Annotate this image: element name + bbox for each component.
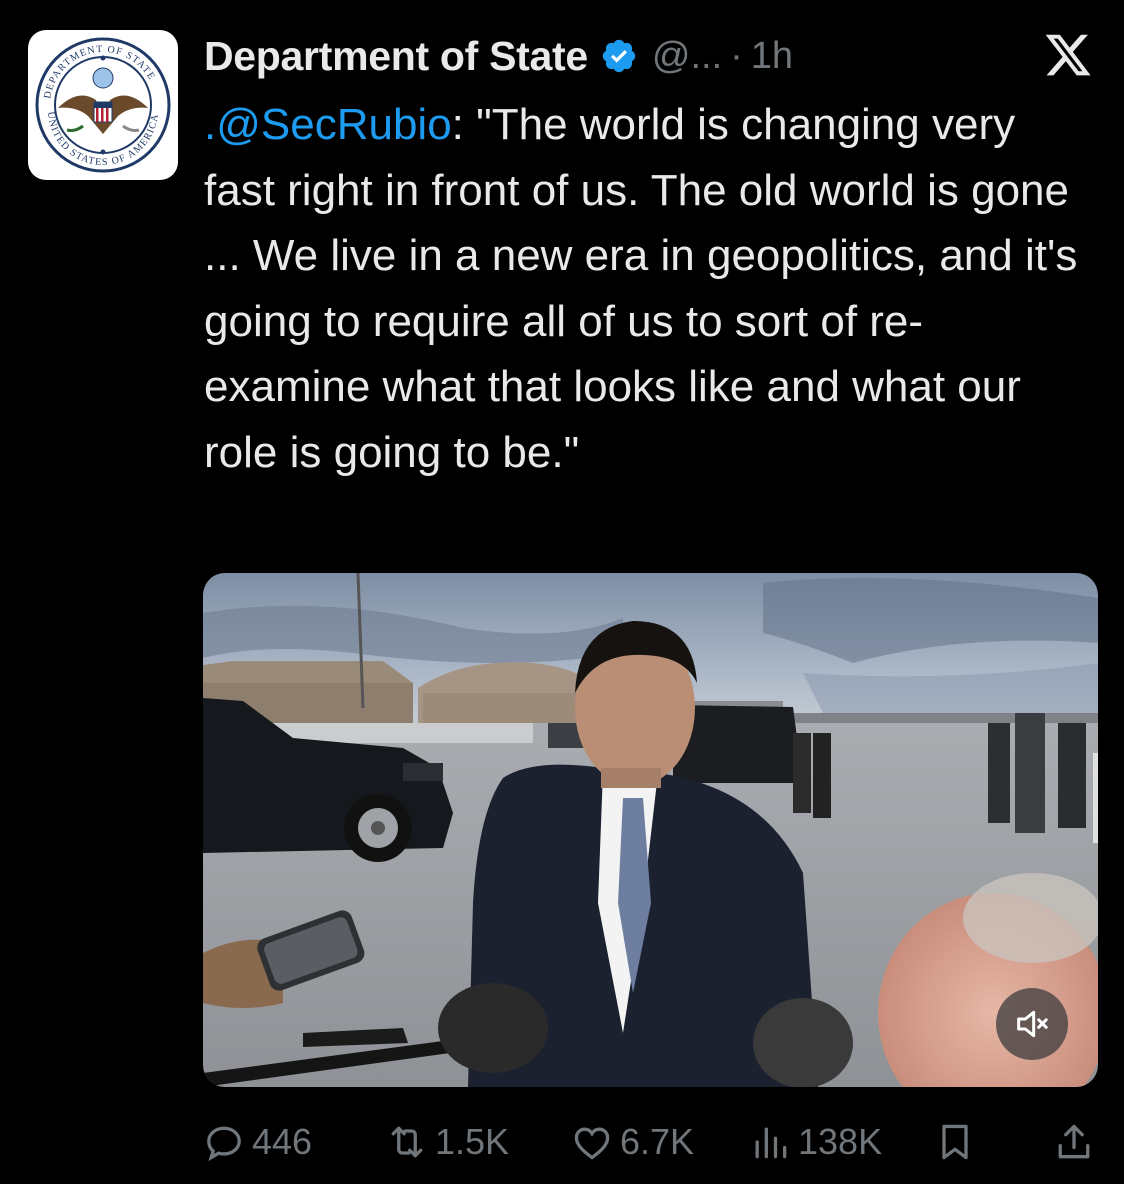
action-bar: 446 1.5K 6.7K 138K bbox=[200, 1112, 1100, 1172]
like-count: 6.7K bbox=[620, 1121, 695, 1162]
repost-icon bbox=[391, 1126, 423, 1158]
account-avatar[interactable]: DEPARTMENT OF STATE UNITED STATES OF AME… bbox=[28, 30, 178, 180]
tweet-text: .@SecRubio: "The world is changing very … bbox=[204, 92, 1084, 485]
x-logo-icon[interactable] bbox=[1042, 30, 1094, 80]
repost-count: 1.5K bbox=[435, 1121, 510, 1162]
separator-dot: · bbox=[730, 34, 743, 77]
reply-icon bbox=[207, 1126, 241, 1162]
reply-button[interactable]: 446 bbox=[202, 1112, 312, 1172]
tweet-timestamp[interactable]: 1h bbox=[751, 35, 793, 78]
bookmark-icon bbox=[942, 1124, 968, 1160]
verified-badge-icon bbox=[602, 39, 636, 73]
mute-button[interactable] bbox=[996, 988, 1068, 1060]
share-button[interactable] bbox=[1052, 1112, 1102, 1172]
video-frame bbox=[203, 573, 1098, 1087]
reply-count: 446 bbox=[252, 1121, 313, 1162]
views-icon bbox=[755, 1127, 787, 1159]
department-of-state-seal-icon: DEPARTMENT OF STATE UNITED STATES OF AME… bbox=[35, 37, 171, 173]
tweet-header: Department of State @... · 1h bbox=[204, 28, 1104, 84]
mention-link[interactable]: .@SecRubio bbox=[204, 100, 452, 149]
tweet-video[interactable] bbox=[203, 573, 1098, 1087]
repost-button[interactable]: 1.5K bbox=[385, 1112, 509, 1172]
views-button[interactable]: 138K bbox=[748, 1112, 882, 1172]
tweet-body: : "The world is changing very fast right… bbox=[204, 100, 1090, 477]
bookmark-button[interactable] bbox=[933, 1112, 983, 1172]
account-handle[interactable]: @... bbox=[652, 35, 722, 78]
like-button[interactable]: 6.7K bbox=[570, 1112, 694, 1172]
views-count: 138K bbox=[798, 1121, 883, 1162]
share-icon bbox=[1058, 1124, 1090, 1159]
like-icon bbox=[574, 1127, 610, 1160]
account-name[interactable]: Department of State bbox=[204, 33, 588, 80]
mute-icon bbox=[1017, 1010, 1048, 1038]
